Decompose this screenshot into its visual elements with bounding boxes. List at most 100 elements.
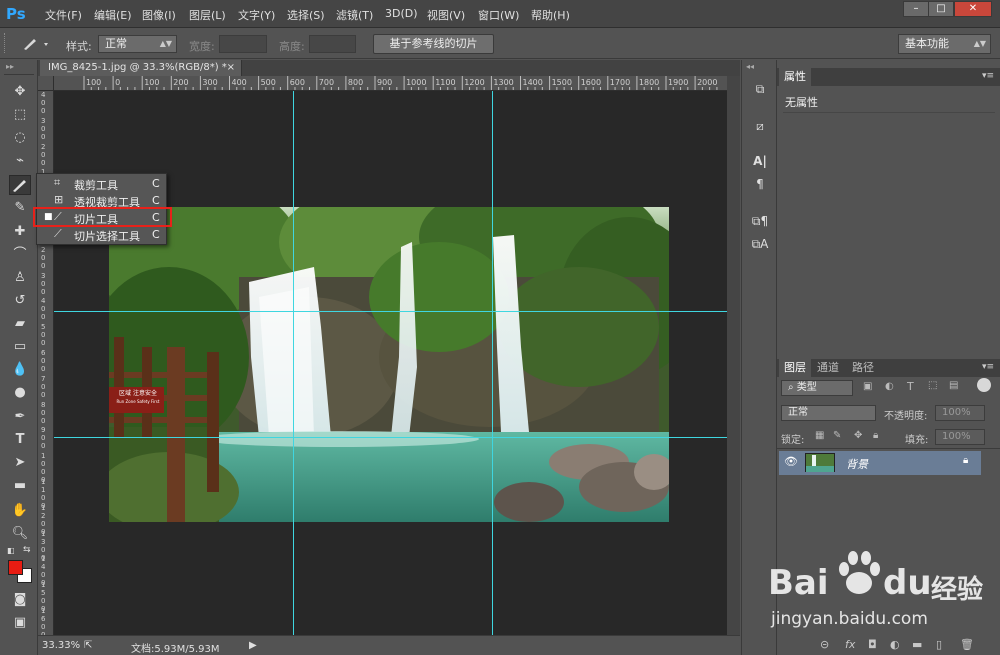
menu-select[interactable]: 选择(S) (287, 7, 325, 23)
character-styles-icon[interactable]: ⧉A (750, 235, 770, 253)
adjustment-layer-icon[interactable]: ◐ (890, 638, 900, 651)
menu-filter[interactable]: 滤镜(T) (336, 7, 373, 23)
workspace-select[interactable]: 基本功能 ▲▼ (898, 34, 991, 54)
screen-mode-icon[interactable]: ▣ (9, 613, 31, 633)
vertical-guide[interactable] (492, 91, 493, 635)
menu-window[interactable]: 窗口(W) (478, 7, 519, 23)
style-select[interactable]: 正常 ▲▼ (98, 35, 177, 53)
tab-channels[interactable]: 通道 (812, 359, 844, 377)
lasso-tool-icon[interactable]: ◌ (9, 128, 31, 148)
dodge-tool-icon[interactable]: ● (9, 383, 31, 403)
flyout-item-crop[interactable]: ⌗ 裁剪工具 C (37, 175, 166, 192)
history-brush-tool-icon[interactable]: ↺ (9, 291, 31, 311)
vertical-guide[interactable] (293, 91, 294, 635)
document-size: 文档:5.93M/5.93M (131, 644, 220, 655)
default-colors-icon[interactable]: ◧ (7, 546, 15, 555)
minimize-button[interactable]: – (903, 1, 929, 17)
horizontal-guide[interactable] (54, 437, 727, 438)
swap-colors-icon[interactable]: ⇆ (23, 545, 31, 555)
foreground-color-swatch[interactable] (8, 560, 23, 575)
layer-filter-select[interactable]: ⌕ 类型 (781, 380, 853, 396)
paragraph-styles-icon[interactable]: ⧉¶ (750, 212, 770, 230)
filter-shape-icon[interactable]: ⬚ (928, 380, 937, 391)
blend-mode-select[interactable]: 正常 (781, 405, 876, 421)
add-mask-icon[interactable]: ◘ (868, 638, 877, 651)
panel-menu-icon[interactable]: ▾≡ (982, 362, 994, 372)
menu-type[interactable]: 文字(Y) (238, 7, 275, 23)
marquee-tool-icon[interactable]: ⬚ (9, 105, 31, 125)
menu-help[interactable]: 帮助(H) (531, 7, 570, 23)
menu-layer[interactable]: 图层(L) (189, 7, 226, 23)
tab-layers[interactable]: 图层 (779, 359, 811, 377)
menu-image[interactable]: 图像(I) (142, 7, 176, 23)
panel-menu-icon[interactable]: ▾≡ (982, 71, 994, 81)
eraser-tool-icon[interactable]: ▰ (9, 314, 31, 334)
opacity-input[interactable]: 100% (935, 405, 985, 421)
filter-type-icon[interactable]: T (907, 380, 914, 393)
slices-from-guides-button[interactable]: 基于参考线的切片 (373, 34, 494, 54)
lock-all-icon[interactable]: 🔒︎ (873, 430, 878, 441)
zoom-level[interactable]: 33.33% (42, 640, 80, 651)
type-tool-icon[interactable]: T (9, 430, 31, 450)
path-select-tool-icon[interactable]: ➤ (9, 453, 31, 473)
quick-mask-icon[interactable]: ◙ (9, 590, 31, 610)
zoom-tool-icon[interactable]: 🔍︎ (9, 524, 31, 544)
export-icon[interactable]: ⇱ (84, 640, 92, 651)
fill-input[interactable]: 100% (935, 429, 985, 445)
horizontal-guide[interactable] (54, 311, 727, 312)
lock-transparent-icon[interactable]: ▦ (815, 430, 824, 441)
close-button[interactable]: ✕ (954, 1, 992, 17)
history-panel-icon[interactable]: ⧉ (750, 80, 770, 98)
pen-tool-icon[interactable]: ✒ (9, 407, 31, 427)
tool-preset-picker[interactable] (20, 36, 50, 52)
watermark-brand-suffix: du (883, 563, 932, 603)
eyedropper-tool-icon[interactable]: ✎ (9, 198, 31, 218)
lock-pixels-icon[interactable]: ✎ (833, 430, 841, 441)
maximize-button[interactable]: □ (928, 1, 954, 17)
new-layer-icon[interactable]: ▯ (936, 638, 942, 651)
options-grip[interactable] (4, 33, 10, 53)
filter-toggle-icon[interactable] (977, 378, 991, 392)
hand-tool-icon[interactable]: ✋ (9, 501, 31, 521)
trash-icon[interactable]: 🗑︎ (960, 638, 974, 651)
healing-brush-tool-icon[interactable]: ✚ (9, 222, 31, 242)
slice-tool-icon[interactable] (9, 175, 31, 195)
horizontal-ruler[interactable]: 100 0 100 200 300 400 500 600 700 800 900 1000 1100 1… (54, 76, 727, 91)
collapse-icon[interactable]: ▸▸ (6, 62, 14, 71)
tab-properties[interactable]: 属性 (779, 68, 811, 86)
fx-icon[interactable]: fx (845, 638, 855, 651)
filter-adjust-icon[interactable]: ◐ (885, 381, 894, 392)
character-panel-icon[interactable]: A| (750, 152, 770, 170)
collapse-icon[interactable]: ◂◂ (746, 62, 754, 71)
tab-paths[interactable]: 路径 (847, 359, 879, 377)
lock-position-icon[interactable]: ✥ (854, 430, 862, 441)
blur-tool-icon[interactable]: 💧 (9, 360, 31, 380)
menu-view[interactable]: 视图(V) (427, 7, 465, 23)
menu-file[interactable]: 文件(F) (45, 7, 82, 23)
quick-select-tool-icon[interactable]: ⌁ (9, 151, 31, 171)
tool-presets-icon[interactable]: ⧄ (750, 117, 770, 135)
filter-pixel-icon[interactable]: ▣ (863, 381, 872, 392)
gradient-tool-icon[interactable]: ▭ (9, 337, 31, 357)
height-input[interactable] (309, 35, 356, 53)
paragraph-panel-icon[interactable]: ¶ (750, 175, 770, 193)
menu-edit[interactable]: 编辑(E) (94, 7, 132, 23)
brush-tool-icon[interactable]: ⌒ (9, 245, 31, 265)
rectangle-tool-icon[interactable]: ▬ (9, 476, 31, 496)
width-input[interactable] (219, 35, 267, 53)
document-tab[interactable]: IMG_8425-1.jpg @ 33.3%(RGB/8*) * × (40, 60, 242, 76)
vertical-scrollbar[interactable] (727, 76, 740, 635)
menu-3d[interactable]: 3D(D) (385, 7, 418, 20)
ruler-origin[interactable] (38, 76, 54, 91)
move-tool-icon[interactable]: ✥ (9, 82, 31, 102)
status-menu-arrow-icon[interactable]: ▶ (249, 640, 257, 651)
clone-stamp-tool-icon[interactable]: ♙ (9, 268, 31, 288)
filter-smart-icon[interactable]: ▤ (949, 380, 958, 391)
link-layers-icon[interactable]: ⊝ (820, 638, 829, 651)
eye-icon[interactable]: 👁︎ (784, 455, 798, 468)
waterfall-photo[interactable]: 区域 注意安全 Run Zone Safety First (109, 207, 669, 522)
flyout-item-slice-select[interactable]: ⟋ 切片选择工具 C (37, 226, 166, 243)
tab-close-icon[interactable]: × (227, 60, 235, 76)
group-icon[interactable]: ▬ (912, 638, 922, 651)
layer-row-background[interactable]: 👁︎ 背景 🔒︎ (779, 451, 981, 475)
